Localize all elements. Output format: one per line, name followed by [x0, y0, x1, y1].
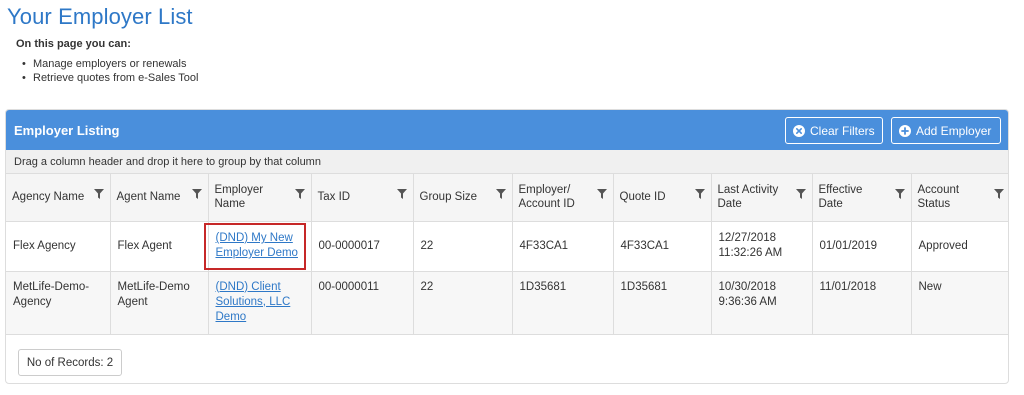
cell-account-status: New — [911, 271, 1008, 335]
filter-icon[interactable] — [191, 189, 202, 199]
column-header-group-size[interactable]: Group Size — [413, 174, 513, 222]
cell-account-id: 4F33CA1 — [512, 221, 614, 272]
add-employer-label: Add Employer — [916, 123, 992, 138]
filter-icon[interactable] — [795, 189, 806, 199]
panel-header: Employer Listing Clear Filters Add Emplo… — [6, 110, 1008, 150]
column-header-employer-name[interactable]: Employer Name — [208, 174, 312, 222]
column-header-agent-name[interactable]: Agent Name — [110, 174, 209, 222]
cell-employer-name: (DND) My New Employer Demo — [208, 221, 312, 272]
filter-icon[interactable] — [93, 189, 104, 199]
cell-last-activity: 12/27/2018 11:32:26 AM — [711, 221, 813, 272]
cell-group-size: 22 — [413, 221, 513, 272]
filter-icon[interactable] — [994, 189, 1004, 199]
employer-listing-panel: Employer Listing Clear Filters Add Emplo… — [5, 109, 1009, 384]
clear-filters-button[interactable]: Clear Filters — [785, 117, 883, 144]
cell-tax-id: 00-0000017 — [311, 221, 414, 272]
table-row[interactable]: MetLife-Demo-Agency MetLife-Demo Agent (… — [6, 271, 1008, 335]
record-count: No of Records: 2 — [18, 349, 122, 376]
cell-effective-date: 01/01/2019 — [812, 221, 912, 272]
intro-item: Manage employers or renewals — [22, 57, 199, 71]
clear-filters-label: Clear Filters — [810, 123, 875, 138]
panel-title: Employer Listing — [14, 123, 120, 138]
column-header-quote-id[interactable]: Quote ID — [613, 174, 712, 222]
cell-agent-name: MetLife-Demo Agent — [110, 271, 209, 335]
employer-link[interactable]: (DND) Client Solutions, LLC Demo — [216, 281, 291, 323]
employer-link[interactable]: (DND) My New Employer Demo — [216, 232, 298, 259]
filter-icon[interactable] — [294, 189, 305, 199]
column-header-tax-id[interactable]: Tax ID — [311, 174, 414, 222]
employer-grid: Agency Name Agent Name Employer Name Tax… — [6, 174, 1008, 335]
column-header-account-status[interactable]: Account Status — [911, 174, 1008, 222]
intro-list: Manage employers or renewals Retrieve qu… — [22, 57, 199, 85]
intro-item: Retrieve quotes from e-Sales Tool — [22, 71, 199, 85]
column-header-agency-name[interactable]: Agency Name — [6, 174, 111, 222]
cell-quote-id: 1D35681 — [613, 271, 712, 335]
add-employer-button[interactable]: Add Employer — [891, 117, 1001, 144]
column-header-effective-date[interactable]: Effective Date — [812, 174, 912, 222]
filter-icon[interactable] — [495, 189, 506, 199]
column-header-last-activity-date[interactable]: Last Activity Date — [711, 174, 813, 222]
plus-circle-icon — [899, 124, 911, 137]
group-drop-zone[interactable]: Drag a column header and drop it here to… — [6, 150, 1008, 174]
column-header-account-id[interactable]: Employer/ Account ID — [512, 174, 614, 222]
cell-agency-name: MetLife-Demo-Agency — [6, 271, 111, 335]
filter-icon[interactable] — [396, 189, 407, 199]
cell-last-activity: 10/30/2018 9:36:36 AM — [711, 271, 813, 335]
filter-icon[interactable] — [894, 189, 905, 199]
cell-account-id: 1D35681 — [512, 271, 614, 335]
cell-quote-id: 4F33CA1 — [613, 221, 712, 272]
cell-effective-date: 11/01/2018 — [812, 271, 912, 335]
cell-tax-id: 00-0000011 — [311, 271, 414, 335]
table-row[interactable]: Flex Agency Flex Agent (DND) My New Empl… — [6, 221, 1008, 272]
cell-employer-name: (DND) Client Solutions, LLC Demo — [208, 271, 312, 335]
filter-icon[interactable] — [694, 189, 705, 199]
filter-icon[interactable] — [596, 189, 607, 199]
intro-heading: On this page you can: — [16, 38, 131, 50]
cell-agency-name: Flex Agency — [6, 221, 111, 272]
page-title: Your Employer List — [7, 4, 193, 29]
grid-header-row: Agency Name Agent Name Employer Name Tax… — [6, 174, 1008, 222]
close-circle-icon — [793, 124, 805, 137]
cell-agent-name: Flex Agent — [110, 221, 209, 272]
cell-group-size: 22 — [413, 271, 513, 335]
cell-account-status: Approved — [911, 221, 1008, 272]
